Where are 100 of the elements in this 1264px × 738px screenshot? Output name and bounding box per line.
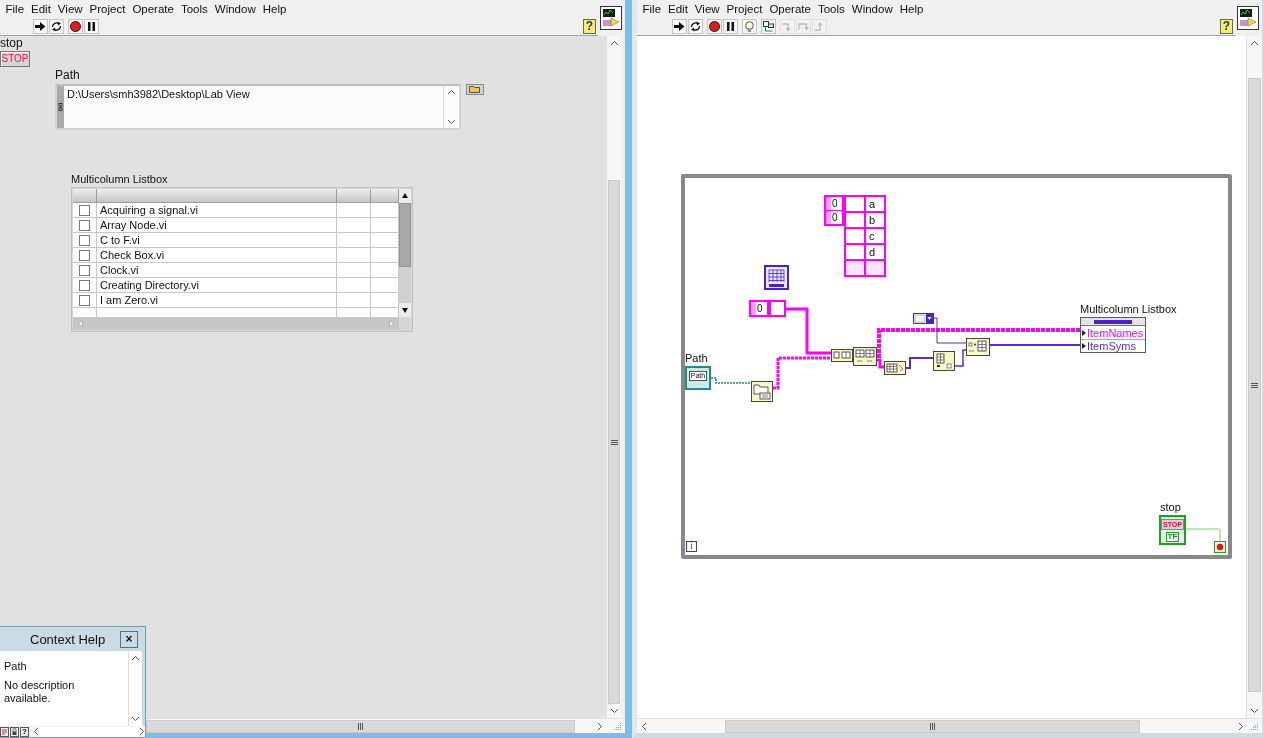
resize-grip-icon[interactable]	[613, 722, 622, 731]
array-cell[interactable]	[846, 229, 864, 243]
function-node-icon[interactable]	[966, 338, 990, 356]
abort-button[interactable]	[68, 19, 83, 34]
checkbox[interactable]	[79, 279, 90, 291]
array-cell[interactable]: a	[866, 197, 884, 211]
property-name[interactable]: ItemSyms	[1087, 340, 1136, 352]
checkbox[interactable]	[79, 234, 90, 246]
array-index[interactable]: 0	[751, 302, 767, 315]
control-label: Path	[55, 68, 80, 82]
function-node-icon[interactable]	[853, 347, 877, 366]
function-node-icon[interactable]	[933, 351, 955, 371]
checkbox[interactable]	[79, 249, 90, 261]
path-field[interactable]: D:\Users\smh3982\Desktop\Lab View	[64, 86, 443, 128]
function-node-icon[interactable]	[831, 349, 853, 362]
menu-item[interactable]: Operate	[765, 1, 815, 17]
menu-item[interactable]: Project	[723, 1, 766, 17]
checkbox[interactable]	[79, 204, 90, 216]
menu-item[interactable]: Project	[86, 1, 129, 17]
chevron-up-icon[interactable]	[609, 40, 619, 46]
array-cell[interactable]: c	[866, 229, 884, 243]
scrollbar-thumb[interactable]	[146, 719, 575, 733]
retain-wire-values-button[interactable]	[761, 19, 776, 34]
iteration-terminal: i	[686, 541, 697, 552]
array-cell[interactable]: b	[866, 213, 884, 227]
menu-item[interactable]: View	[54, 1, 87, 17]
listbox-item[interactable]: Clock.vi	[97, 263, 337, 277]
lock-icon[interactable]	[10, 726, 19, 737]
scrollbar-thumb[interactable]	[608, 180, 620, 704]
listbox-item[interactable]: I am Zero.vi	[97, 293, 337, 307]
folder-function-icon[interactable]	[751, 381, 773, 402]
listbox-item[interactable]: Creating Directory.vi	[97, 278, 337, 292]
ring-constant-icon[interactable]	[913, 313, 934, 324]
vi-icon[interactable]	[600, 6, 622, 30]
menu-item[interactable]: File	[639, 1, 665, 17]
chevron-right-icon[interactable]	[139, 727, 145, 736]
menu-item[interactable]: Help	[259, 1, 290, 17]
browse-button[interactable]	[466, 84, 484, 95]
wire	[786, 307, 831, 355]
menu-item[interactable]: View	[691, 1, 724, 17]
chevron-up-icon[interactable]	[131, 655, 140, 661]
help-button[interactable]: ?	[20, 726, 29, 737]
pause-button[interactable]	[723, 19, 738, 34]
menu-item[interactable]: Tools	[177, 1, 212, 17]
array-cell[interactable]	[866, 261, 884, 275]
table-icon	[764, 265, 789, 290]
scrollbar-thumb[interactable]	[725, 719, 1140, 733]
resize-grip-icon[interactable]	[1250, 722, 1259, 731]
scrollbar-thumb[interactable]	[399, 203, 411, 267]
chevron-down-icon[interactable]	[131, 716, 140, 722]
help-button[interactable]: ?	[1220, 19, 1233, 34]
checkbox[interactable]	[79, 219, 90, 231]
help-button[interactable]: ?	[583, 19, 596, 34]
chevron-up-icon[interactable]	[1250, 40, 1259, 46]
listbox-item[interactable]: Array Node.vi	[97, 218, 337, 232]
vi-icon[interactable]	[1237, 6, 1259, 30]
chevron-left-icon[interactable]	[33, 727, 39, 736]
chevron-right-icon[interactable]	[597, 721, 603, 731]
stop-condition-icon[interactable]	[1214, 541, 1226, 553]
run-continuously-button[interactable]	[49, 19, 64, 34]
array-cell[interactable]	[846, 213, 864, 227]
run-button[interactable]	[672, 19, 687, 34]
array-cell[interactable]	[769, 300, 786, 317]
document-icon[interactable]	[0, 726, 9, 737]
chevron-up-icon[interactable]	[447, 89, 456, 95]
menu-item[interactable]: Edit	[664, 1, 692, 17]
listbox-item[interactable]: Acquiring a signal.vi	[97, 203, 337, 217]
help-heading: Path	[4, 660, 28, 673]
listbox-item[interactable]: C to F.vi	[97, 233, 337, 247]
chevron-down-icon[interactable]	[1250, 708, 1259, 714]
array-cell[interactable]: d	[866, 245, 884, 259]
chevron-down-icon[interactable]	[609, 708, 619, 714]
chevron-down-icon[interactable]	[447, 119, 456, 125]
run-button[interactable]	[33, 19, 48, 34]
menu-item[interactable]: File	[2, 1, 28, 17]
array-index[interactable]: 0	[826, 211, 842, 224]
checkbox[interactable]	[79, 294, 90, 306]
run-continuously-button[interactable]	[688, 19, 703, 34]
listbox-item[interactable]: Check Box.vi	[97, 248, 337, 262]
close-button[interactable]: ×	[120, 630, 138, 648]
menu-item[interactable]: Help	[896, 1, 927, 17]
circular-arrows-icon	[690, 21, 701, 32]
array-cell[interactable]	[846, 245, 864, 259]
array-index[interactable]: 0	[826, 197, 842, 210]
array-cell[interactable]	[846, 197, 864, 211]
checkbox[interactable]	[79, 264, 90, 276]
menu-item[interactable]: Operate	[128, 1, 178, 17]
abort-button[interactable]	[707, 19, 722, 34]
menu-item[interactable]: Tools	[814, 1, 849, 17]
menu-item[interactable]: Window	[211, 1, 260, 17]
chevron-left-icon[interactable]	[640, 721, 647, 731]
highlight-execution-button[interactable]	[742, 19, 757, 34]
pause-button[interactable]	[84, 19, 99, 34]
array-cell[interactable]	[846, 261, 864, 275]
scrollbar-thumb[interactable]	[1248, 78, 1261, 692]
menu-item[interactable]: Window	[848, 1, 897, 17]
property-node[interactable]: ItemNames ItemSyms	[1080, 317, 1147, 353]
menu-item[interactable]: Edit	[27, 1, 55, 17]
chevron-right-icon[interactable]	[1237, 721, 1244, 731]
function-node-icon[interactable]	[884, 361, 906, 375]
